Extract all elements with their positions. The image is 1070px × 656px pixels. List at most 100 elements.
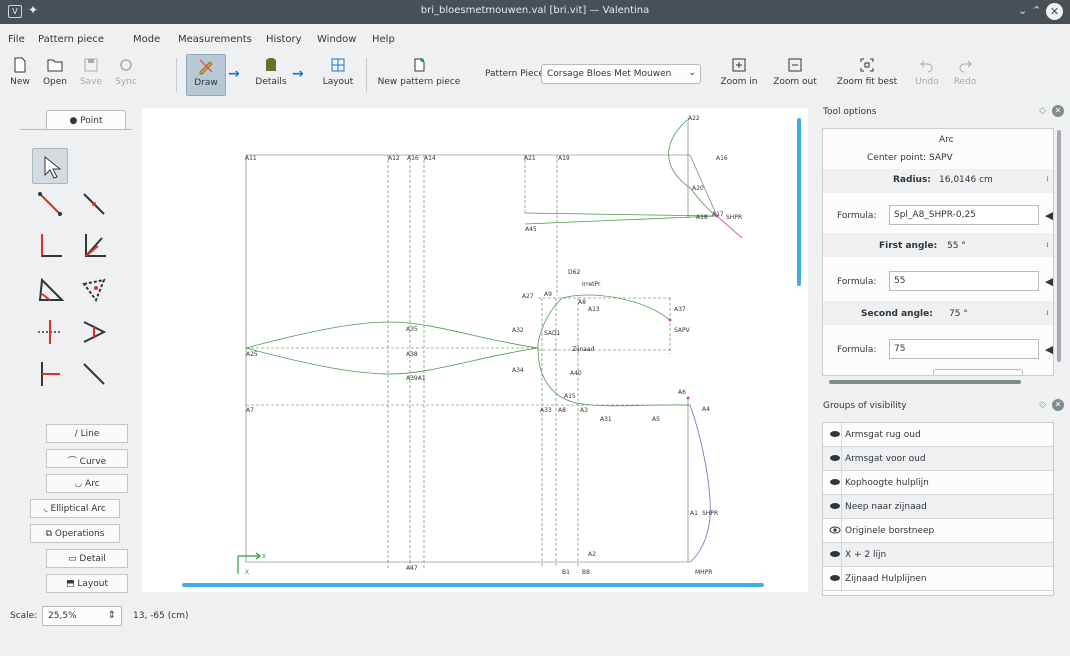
second-angle-formula-field[interactable]: 75 <box>889 339 1039 359</box>
intersect-tool[interactable] <box>76 314 112 350</box>
minimize-icon[interactable]: ⌄ <box>1018 4 1027 17</box>
float-icon[interactable]: ◇ <box>1039 106 1046 116</box>
row-divider <box>841 495 842 519</box>
toolbar-separator <box>366 58 367 92</box>
point-label: A5 <box>652 416 660 423</box>
menu-file[interactable]: File <box>8 34 25 45</box>
sync-button[interactable]: Sync <box>112 54 140 96</box>
undo-button[interactable]: Undo <box>912 54 942 96</box>
bullet-icon: ● <box>69 116 78 126</box>
backspace-icon[interactable]: ◀ <box>1045 209 1053 222</box>
category-detail[interactable]: ▭ Detail <box>46 549 128 568</box>
row-divider <box>841 447 842 471</box>
normal-angle-icon <box>41 234 62 257</box>
details-mode-button[interactable]: Details <box>252 54 290 96</box>
line-tool[interactable] <box>76 356 112 392</box>
backspace-icon[interactable]: ◀ <box>1045 275 1053 288</box>
tool-options-hscrollbar[interactable] <box>829 380 1021 384</box>
color-button[interactable] <box>933 369 1023 375</box>
chevron-down-icon: ⌄ <box>688 68 696 78</box>
tool-options-scrollbar[interactable] <box>1057 130 1061 362</box>
expand-icon[interactable]: ⱼ <box>1047 307 1049 317</box>
backspace-icon[interactable]: ◀ <box>1045 343 1053 356</box>
arc-icon: ◡ <box>74 479 86 489</box>
canvas-horizontal-scrollbar[interactable] <box>182 583 764 587</box>
group-row[interactable]: Neep naar zijnaad <box>823 495 1053 519</box>
zoom-out-button[interactable]: Zoom out <box>770 54 820 96</box>
draw-mode-button[interactable]: Draw <box>186 54 226 96</box>
height-tool[interactable] <box>32 314 68 350</box>
point-label: A11 <box>245 155 257 162</box>
arrow-right-icon: → <box>292 66 304 82</box>
drawing-canvas[interactable]: A22 A11 A12 A16 A14 A21 A19 A16 A20 A45 … <box>142 108 808 592</box>
sync-icon <box>120 59 132 71</box>
pattern-piece-select[interactable]: Corsage Bloes Met Mouwen ⌄ <box>541 64 701 84</box>
point-marker[interactable] <box>668 318 672 322</box>
menu-measurements[interactable]: Measurements <box>178 34 252 45</box>
category-arc[interactable]: ◡ Arc <box>46 474 128 493</box>
eye-closed-icon[interactable] <box>829 476 841 488</box>
point-label: Zijnaad <box>572 346 595 353</box>
eye-closed-icon[interactable] <box>829 548 841 560</box>
eye-closed-icon[interactable] <box>829 428 841 440</box>
menu-history[interactable]: History <box>266 34 302 45</box>
group-row[interactable]: Kophoogte hulplijn <box>823 471 1053 495</box>
point-label: D62 <box>568 269 580 276</box>
save-button[interactable]: Save <box>78 54 104 96</box>
group-row[interactable]: Armsgat voor oud <box>823 447 1053 471</box>
zoom-in-button[interactable]: Zoom in <box>718 54 760 96</box>
row-divider <box>841 543 842 567</box>
perpendicular-tool[interactable] <box>32 356 68 392</box>
normal-tool[interactable] <box>32 228 68 264</box>
category-elliptical-arc[interactable]: ◟ Elliptical Arc <box>30 499 120 518</box>
eye-closed-icon[interactable] <box>829 452 841 464</box>
category-operations[interactable]: ⧉ Operations <box>30 524 120 543</box>
zoom-fit-best-button[interactable]: Zoom fit best <box>832 54 902 96</box>
menu-window[interactable]: Window <box>317 34 356 45</box>
expand-icon[interactable]: ⱼ <box>1047 239 1049 249</box>
float-icon[interactable]: ◇ <box>1039 400 1046 410</box>
menu-pattern-piece[interactable]: Pattern piece <box>38 34 104 45</box>
point-marker[interactable] <box>686 396 690 400</box>
spin-arrows-icon[interactable]: ⇕ <box>108 610 116 621</box>
close-icon[interactable]: ✕ <box>1046 3 1063 20</box>
group-row[interactable]: Originele borstneep <box>823 519 1053 543</box>
eye-open-icon[interactable] <box>829 524 841 536</box>
new-button[interactable]: New <box>6 54 34 96</box>
group-row[interactable]: Armsgat rug oud <box>823 423 1053 447</box>
close-dock-icon[interactable]: ✕ <box>1052 399 1064 411</box>
point-label: A13 <box>588 306 600 313</box>
along-line-tool[interactable] <box>76 186 112 222</box>
menu-mode[interactable]: Mode <box>133 34 160 45</box>
maximize-icon[interactable]: ⌃ <box>1032 4 1041 17</box>
group-row[interactable]: X + 2 lijn <box>823 543 1053 567</box>
category-curve[interactable]: ⌒ Curve <box>46 449 128 468</box>
triangle-tool[interactable] <box>76 272 112 308</box>
first-angle-formula-field[interactable]: 55 <box>889 271 1039 291</box>
open-button[interactable]: Open <box>38 54 72 96</box>
new-pattern-piece-button[interactable]: New pattern piece <box>372 54 466 96</box>
radius-formula-field[interactable]: Spl_A8_SHPR-0,25 <box>889 205 1039 225</box>
layout-mode-button[interactable]: Layout <box>318 54 358 96</box>
redo-button[interactable]: Redo <box>950 54 980 96</box>
category-layout[interactable]: ⬒ Layout <box>46 574 128 593</box>
layout-icon: ⬒ <box>66 579 78 589</box>
canvas-vertical-scrollbar[interactable] <box>797 118 801 286</box>
line-point-tool[interactable] <box>32 186 68 222</box>
close-dock-icon[interactable]: ✕ <box>1052 105 1064 117</box>
scale-spinbox[interactable]: 25,5% ⇕ <box>42 606 122 626</box>
tab-point[interactable]: ● Point <box>46 110 126 130</box>
point-marker[interactable] <box>715 214 719 218</box>
cursor-coordinates: 13, -65 (cm) <box>133 611 189 621</box>
arrow-tool[interactable] <box>32 148 68 184</box>
expand-icon[interactable]: ⱼ <box>1047 173 1049 183</box>
title-bar: V ✦ bri_bloesmetmouwen.val [bri.vit] — V… <box>0 0 1070 24</box>
formula-label: Formula: <box>837 345 877 355</box>
menu-help[interactable]: Help <box>372 34 395 45</box>
eye-closed-icon[interactable] <box>829 572 841 584</box>
eye-closed-icon[interactable] <box>829 500 841 512</box>
bisector-tool[interactable] <box>76 228 112 264</box>
group-row[interactable]: Zijnaad Hulplijnen <box>823 567 1053 591</box>
shoulder-tool[interactable] <box>32 272 68 308</box>
category-line[interactable]: ∕ Line <box>46 424 128 443</box>
